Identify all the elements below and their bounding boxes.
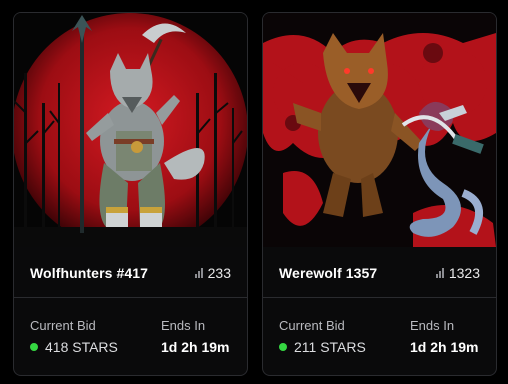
bid-amount: 211 STARS [294, 339, 366, 355]
view-count-value: 1323 [448, 265, 480, 281]
ends-in-label: Ends In [410, 318, 455, 333]
view-count: 1323 [435, 265, 480, 281]
nft-title[interactable]: Werewolf 1357 [279, 265, 377, 281]
current-bid-label: Current Bid [30, 318, 96, 333]
ends-in-value: 1d 2h 19m [161, 339, 230, 355]
view-count-value: 233 [207, 265, 231, 281]
ends-in-label: Ends In [161, 318, 206, 333]
view-count: 233 [194, 265, 231, 281]
werewolf-vs-serpent-artwork[interactable] [263, 13, 496, 247]
signal-bars-icon [194, 268, 203, 278]
nft-card-wolfhunters[interactable]: Wolfhunters #417 233 Current Bid Ends In… [13, 12, 248, 376]
wolf-warrior-artwork[interactable] [14, 13, 247, 247]
ends-in-value: 1d 2h 19m [410, 339, 479, 355]
live-status-dot-icon [30, 343, 38, 351]
current-bid-value: 211 STARS [279, 339, 366, 355]
divider [263, 297, 496, 298]
current-bid-value: 418 STARS [30, 339, 118, 355]
live-status-dot-icon [279, 343, 287, 351]
signal-bars-icon [435, 268, 444, 278]
nft-card-werewolf[interactable]: Werewolf 1357 1323 Current Bid Ends In 2… [262, 12, 497, 376]
current-bid-label: Current Bid [279, 318, 345, 333]
nft-title[interactable]: Wolfhunters #417 [30, 265, 148, 281]
divider [14, 297, 247, 298]
bid-amount: 418 STARS [45, 339, 118, 355]
